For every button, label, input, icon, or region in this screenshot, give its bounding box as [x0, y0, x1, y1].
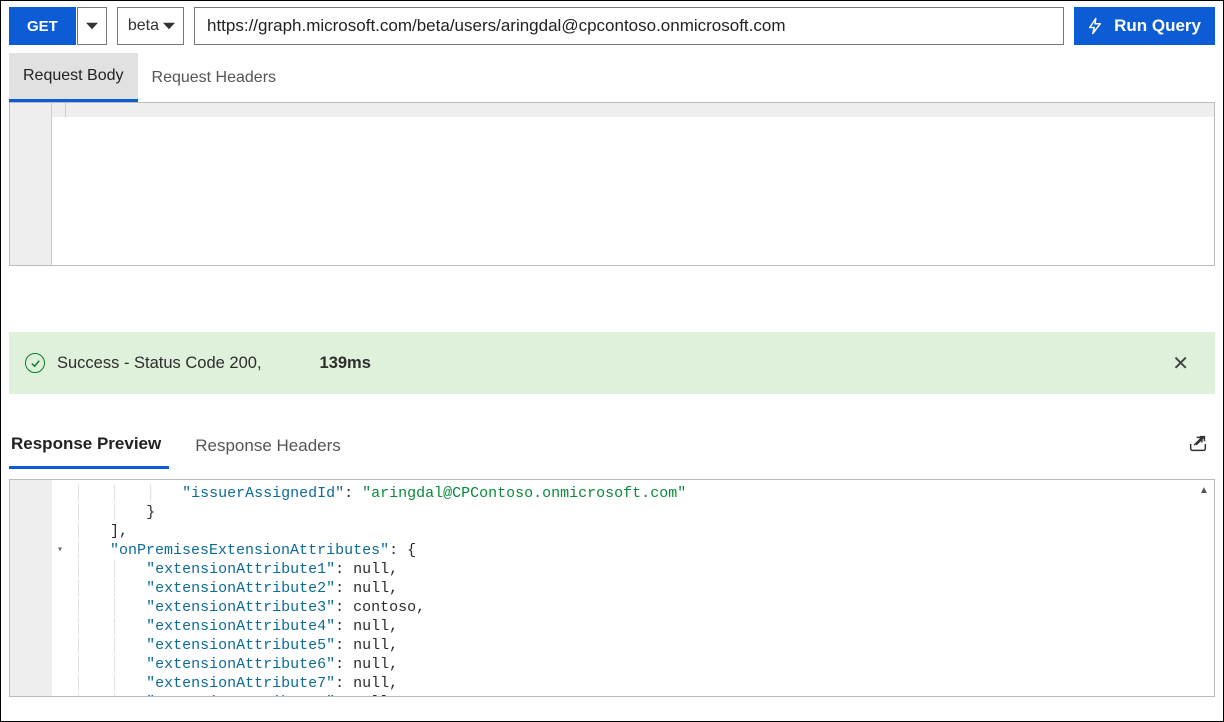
request-body-editor[interactable]: [9, 102, 1215, 266]
response-body-panel: │ │ │ "issuerAssignedId": "aringdal@CPCo…: [9, 479, 1215, 697]
run-query-label: Run Query: [1114, 16, 1201, 36]
api-version-label: beta: [128, 17, 159, 35]
editor-line-gutter: [10, 103, 52, 265]
run-query-button[interactable]: Run Query: [1074, 7, 1215, 45]
http-method-combo: GET: [9, 7, 107, 45]
tab-request-headers[interactable]: Request Headers: [138, 53, 291, 102]
http-method-button[interactable]: GET: [9, 7, 77, 45]
request-tabs: Request Body Request Headers: [9, 51, 1215, 102]
share-icon: [1187, 433, 1209, 455]
query-toolbar: GET beta Run Query: [9, 7, 1215, 45]
http-method-dropdown-toggle[interactable]: [77, 7, 107, 45]
response-line-gutter: [10, 480, 52, 696]
status-time: 139ms: [320, 354, 371, 373]
lightning-icon: [1086, 17, 1104, 35]
response-tabs: Response Preview Response Headers: [9, 422, 1215, 469]
tab-response-preview[interactable]: Response Preview: [9, 422, 169, 469]
close-icon: ✕: [1172, 353, 1189, 375]
share-button[interactable]: [1181, 427, 1215, 464]
status-banner: Success - Status Code 200, 139ms ✕: [9, 332, 1215, 394]
scroll-up-arrow-icon[interactable]: ▲: [1197, 483, 1211, 497]
status-close-button[interactable]: ✕: [1168, 347, 1193, 380]
tab-request-body[interactable]: Request Body: [9, 53, 138, 102]
status-text: Success - Status Code 200,: [57, 354, 262, 373]
api-version-select[interactable]: beta: [117, 7, 184, 45]
response-code-view[interactable]: │ │ │ "issuerAssignedId": "aringdal@CPCo…: [52, 480, 1214, 696]
success-check-icon: [25, 353, 45, 373]
chevron-down-icon: [163, 22, 175, 30]
request-url-input[interactable]: [194, 7, 1064, 45]
tab-response-headers[interactable]: Response Headers: [193, 424, 349, 468]
chevron-down-icon: [86, 22, 98, 30]
